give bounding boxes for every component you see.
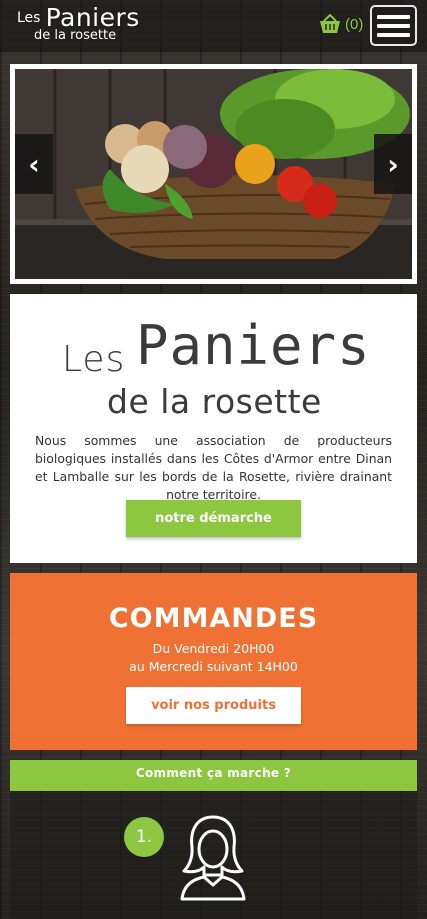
site-header: Les Paniers de la rosette (0) — [0, 0, 427, 52]
basket-icon — [320, 14, 340, 33]
vegetable-basket-illustration — [15, 69, 412, 279]
site-logo[interactable]: Les Paniers de la rosette — [17, 5, 140, 42]
slider-next-button[interactable]: › — [374, 134, 412, 194]
intro-section: Les Paniers de la rosette Nous sommes un… — [10, 294, 417, 563]
intro-text: Nous sommes une association de producteu… — [35, 433, 392, 502]
notre-demarche-button[interactable]: notre démarche — [126, 500, 301, 537]
orders-title: COMMANDES — [108, 603, 319, 634]
menu-button[interactable] — [370, 5, 417, 46]
big-logo-les: Les — [62, 339, 126, 380]
big-logo-paniers: Paniers — [136, 314, 371, 377]
orders-open-time: Du Vendredi 20H00 — [152, 641, 275, 656]
step-number: 1. — [124, 817, 164, 857]
logo-les: Les — [17, 10, 41, 26]
slide-image-vegetable-basket — [15, 69, 412, 279]
cart-link[interactable]: (0) — [319, 14, 363, 34]
hamburger-menu-icon — [377, 14, 410, 19]
cart-count: (0) — [345, 15, 364, 33]
big-logo-rosette: de la rosette — [107, 382, 322, 421]
slider-prev-button[interactable]: ‹ — [15, 134, 53, 194]
voir-produits-button[interactable]: voir nos produits — [126, 687, 301, 724]
steps-section: 1. — [10, 791, 417, 919]
how-it-works-banner: Comment ça marche ? — [10, 760, 417, 791]
orders-section: COMMANDES Du Vendredi 20H00 au Mercredi … — [10, 573, 417, 750]
user-avatar-icon — [180, 815, 246, 901]
orders-close-time: au Mercredi suivant 14H00 — [129, 659, 298, 674]
image-slider: ‹ › — [10, 64, 417, 284]
